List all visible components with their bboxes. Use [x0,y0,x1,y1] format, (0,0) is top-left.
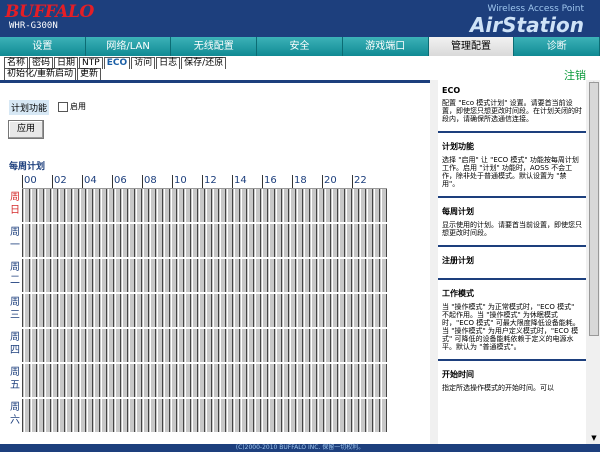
model-name: WHR-G300N [9,21,58,31]
day-label-char: 周 [10,332,20,343]
help-section-body: 指定所选操作模式的开始时间。可以 [442,384,554,392]
schedule-row[interactable] [22,364,387,398]
weekly-schedule-grid: 00 02 04 06 08 10 12 14 16 18 20 22 周日周一周二周三周四周五周六 [8,175,388,444]
day-label: 周五 [8,366,22,392]
day-label-char: 五 [10,380,20,391]
tab-game-port[interactable]: 游戏端口 [342,37,429,56]
sub-nav: 名称 密码 日期 NTP ECO 访问 日志 保存/还原 初始化/重新启动 更新 [0,56,600,80]
schedule-row[interactable] [22,224,387,258]
help-section-body: 显示使用的计划。请要首当前设置，即使您只想更改时间段。 [442,221,582,237]
hour-label: 22 [352,175,367,188]
help-section-body: 配置 "Eco 模式计划" 设置。请要首当前设置，即使您只想更改时间段。在计划关… [442,99,582,123]
help-section: 计划功能选择 "启用" 让 "ECO 模式" 功能按每周计划工作。启用 "计划"… [438,135,586,194]
day-label: 周二 [8,261,22,287]
day-label: 周四 [8,331,22,357]
help-divider [438,245,586,247]
hour-label: 16 [262,175,277,188]
tab-wireless[interactable]: 无线配置 [171,37,258,56]
help-section-title: 计划功能 [442,142,474,151]
sub-tab-eco[interactable]: ECO [103,57,131,69]
help-divider [438,131,586,133]
hour-label: 08 [142,175,157,188]
enable-checkbox[interactable] [58,102,68,112]
help-divider [438,359,586,361]
apply-button[interactable]: 应用 [8,120,44,139]
main-nav: 设置 网络/LAN 无线配置 安全 游戏端口 管理配置 诊断 [0,37,600,56]
schedule-row[interactable] [22,399,387,433]
hour-label: 00 [22,175,37,188]
hour-label: 06 [112,175,127,188]
enable-label: 启用 [70,102,86,111]
sub-tab-update[interactable]: 更新 [77,68,102,80]
day-label-char: 周 [10,192,20,203]
hour-label: 02 [52,175,67,188]
help-content: ECO 配置 "Eco 模式计划" 设置。请要首当前设置，即使您只想更改时间段。在… [438,80,586,444]
scroll-down-icon[interactable]: ▼ [590,434,598,442]
help-section-title: 每周计划 [442,207,474,216]
sub-tab-access[interactable]: 访问 [131,57,156,69]
help-scrollbar[interactable]: ▲ ▼ [588,80,600,444]
help-section: 开始时间指定所选操作模式的开始时间。可以 [438,363,586,398]
header: BUFFALO WHR-G300N Wireless Access Point … [0,0,600,37]
help-divider [438,196,586,198]
help-section-title: 注册计划 [442,256,474,265]
schedule-row[interactable] [22,259,387,293]
schedule-row[interactable] [22,329,387,363]
help-section-title: ECO [442,86,461,95]
hour-label: 20 [322,175,337,188]
hour-label: 14 [232,175,247,188]
day-label-char: 二 [10,275,20,286]
day-label-char: 周 [10,367,20,378]
day-label-char: 日 [10,205,20,216]
help-section: 工作模式当 "操作模式" 为正常模式时，"ECO 模式" 不起作用。当 "操作模… [438,282,586,357]
tab-security[interactable]: 安全 [257,37,343,56]
sub-tab-init-restart[interactable]: 初始化/重新启动 [4,68,77,80]
day-label-char: 一 [10,240,20,251]
buffalo-logo: BUFFALO [5,2,94,22]
day-label-char: 三 [10,310,20,321]
schedule-row[interactable] [22,189,387,223]
help-section-title: 工作模式 [442,289,474,298]
day-label: 周三 [8,296,22,322]
hour-label: 10 [172,175,187,188]
hour-label: 12 [202,175,217,188]
help-section-title: 开始时间 [442,370,474,379]
hour-header: 00 02 04 06 08 10 12 14 16 18 20 22 [22,175,387,189]
day-label: 周一 [8,226,22,252]
hour-label: 18 [292,175,307,188]
tab-admin[interactable]: 管理配置 [428,37,515,56]
help-section-body: 当 "操作模式" 为正常模式时，"ECO 模式" 不起作用。当 "操作模式" 为… [442,303,580,351]
tab-diagnostics[interactable]: 诊断 [514,37,600,56]
help-section: 每周计划显示使用的计划。请要首当前设置，即使您只想更改时间段。 [438,200,586,243]
tab-setup[interactable]: 设置 [0,37,86,56]
sub-nav-row-2: 初始化/重新启动 更新 [4,68,102,80]
help-section-body: 选择 "启用" 让 "ECO 模式" 功能按每周计划工作。启用 "计划" 功能时… [442,156,579,188]
copyright-footer: (C)2000-2010 BUFFALO INC. 保留一切权利。 [0,444,600,452]
schedule-row[interactable] [22,294,387,328]
day-label-char: 六 [10,415,20,426]
day-label: 周六 [8,401,22,427]
plan-function-label: 计划功能 [9,100,50,115]
scroll-thumb[interactable] [589,82,599,336]
eco-content: 计划功能 启用 应用 每周计划 00 02 04 06 08 10 12 14 16 18 20 22… [0,83,430,444]
day-label-char: 周 [10,297,20,308]
help-section: 注册计划 [438,249,586,276]
day-label-char: 四 [10,345,20,356]
day-label-char: 周 [10,262,20,273]
help-panel: ECO 配置 "Eco 模式计划" 设置。请要首当前设置，即使您只想更改时间段。在… [430,80,600,444]
day-label-char: 周 [10,227,20,238]
help-divider [438,278,586,280]
hour-label: 04 [82,175,97,188]
day-label: 周日 [8,191,22,217]
sub-tab-log[interactable]: 日志 [156,57,181,69]
tab-network-lan[interactable]: 网络/LAN [85,37,172,56]
weekly-schedule-title: 每周计划 [9,162,46,172]
sub-tab-save-restore[interactable]: 保存/还原 [181,57,227,69]
airstation-logo: AirStation [469,13,584,37]
help-section: ECO 配置 "Eco 模式计划" 设置。请要首当前设置，即使您只想更改时间段。在… [438,80,586,129]
day-label-char: 周 [10,402,20,413]
